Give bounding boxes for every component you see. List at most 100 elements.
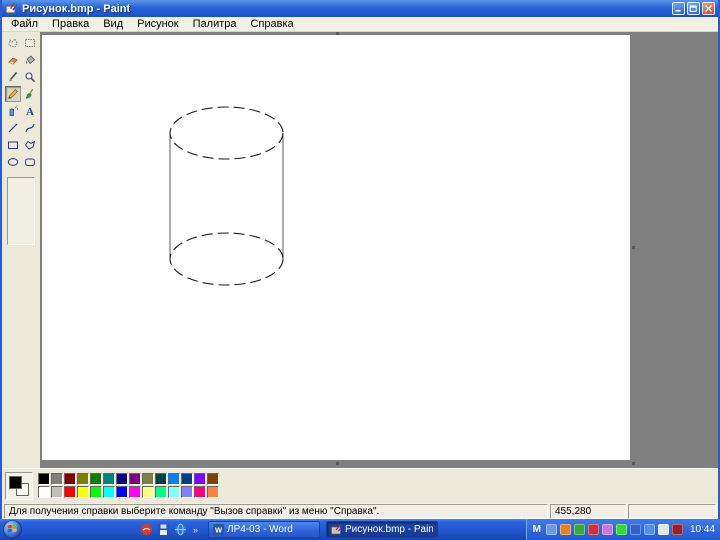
- start-button[interactable]: [3, 520, 22, 539]
- color-swatch[interactable]: [194, 473, 206, 485]
- menu-item[interactable]: Палитра: [186, 17, 244, 31]
- color-swatch[interactable]: [207, 473, 219, 485]
- color-swatch[interactable]: [207, 486, 219, 498]
- minimize-icon: [675, 10, 681, 12]
- line-icon: [8, 123, 17, 133]
- color-swatch[interactable]: [142, 473, 154, 485]
- tool-options-panel[interactable]: [7, 177, 35, 245]
- color-swatch[interactable]: [142, 486, 154, 498]
- rounded-rectangle-icon: [24, 158, 35, 166]
- color-swatch[interactable]: [90, 486, 102, 498]
- eraser-icon: [7, 57, 18, 65]
- color-swatch[interactable]: [38, 486, 50, 498]
- svg-text:W: W: [215, 526, 223, 535]
- color-swatch[interactable]: [103, 473, 115, 485]
- taskbar-task-button[interactable]: Рисунок.bmp - Paint: [326, 521, 439, 538]
- color-swatch[interactable]: [129, 486, 141, 498]
- menu-item[interactable]: Файл: [4, 17, 45, 31]
- color-swatch[interactable]: [116, 486, 128, 498]
- quick-launch-area: »: [140, 523, 198, 536]
- quick-launch-overflow-chevron[interactable]: »: [193, 525, 198, 535]
- text-tool[interactable]: A: [21, 103, 38, 119]
- tray-icon[interactable]: [573, 524, 585, 535]
- minimize-button[interactable]: [672, 2, 685, 15]
- free-form-select-tool[interactable]: [4, 35, 21, 51]
- canvas-resize-handle-bottom[interactable]: [336, 462, 339, 465]
- line-tool[interactable]: [4, 120, 21, 136]
- cursor-coordinates: 455,280: [555, 506, 592, 517]
- current-colors-indicator[interactable]: [5, 472, 33, 500]
- color-swatch[interactable]: [194, 486, 206, 498]
- pencil-tool[interactable]: [4, 86, 21, 102]
- color-swatch[interactable]: [64, 486, 76, 498]
- color-swatch[interactable]: [155, 486, 167, 498]
- task-buttons: W ЛР4-03 - Word Рисунок.bmp - Paint: [208, 521, 439, 538]
- close-icon: [705, 5, 712, 12]
- tray-icon[interactable]: [587, 524, 599, 535]
- menu-item[interactable]: Рисунок: [130, 17, 186, 31]
- canvas-resize-handle-top[interactable]: [336, 32, 339, 35]
- rectangle-icon: [7, 141, 18, 149]
- status-help-text: Для получения справки выберите команду "…: [9, 506, 380, 517]
- color-swatch[interactable]: [51, 486, 63, 498]
- pick-color-tool[interactable]: [4, 69, 21, 85]
- restore-button[interactable]: [687, 2, 700, 15]
- taskbar-task-button[interactable]: W ЛР4-03 - Word: [208, 521, 321, 538]
- color-swatch[interactable]: [181, 486, 193, 498]
- select-icon: [24, 39, 35, 47]
- curve-tool[interactable]: [21, 120, 38, 136]
- canvas-resize-handle-corner[interactable]: [632, 462, 635, 465]
- color-swatch[interactable]: [77, 473, 89, 485]
- polygon-tool[interactable]: [21, 137, 38, 153]
- drawing-canvas[interactable]: [42, 35, 630, 460]
- quick-launch-red-icon[interactable]: [140, 523, 153, 536]
- tray-icon[interactable]: [643, 524, 655, 535]
- tray-icon[interactable]: [671, 524, 683, 535]
- color-swatch[interactable]: [64, 473, 76, 485]
- color-swatch[interactable]: [155, 473, 167, 485]
- color-swatch[interactable]: [129, 473, 141, 485]
- tray-icon[interactable]: [629, 524, 641, 535]
- airbrush-tool[interactable]: [4, 103, 21, 119]
- color-swatch[interactable]: [77, 486, 89, 498]
- fill-tool[interactable]: [21, 52, 38, 68]
- window-title: Рисунок.bmp - Paint: [22, 2, 131, 15]
- menu-item[interactable]: Правка: [45, 17, 96, 31]
- rounded-rectangle-tool[interactable]: [21, 154, 38, 170]
- color-swatch[interactable]: [181, 473, 193, 485]
- brush-tool[interactable]: [21, 86, 38, 102]
- restore-icon: [689, 5, 697, 12]
- color-swatch[interactable]: [168, 473, 180, 485]
- canvas-resize-handle-right[interactable]: [632, 246, 635, 249]
- status-selection-pane: [628, 504, 716, 519]
- color-swatch[interactable]: [38, 473, 50, 485]
- pick-color-icon: [8, 72, 17, 82]
- free-form-select-icon: [7, 38, 18, 48]
- quick-launch-floppy-icon[interactable]: [157, 523, 170, 536]
- magnifier-tool[interactable]: [21, 69, 38, 85]
- tray-icon[interactable]: [601, 524, 613, 535]
- menu-item[interactable]: Вид: [96, 17, 130, 31]
- menu-item[interactable]: Справка: [244, 17, 301, 31]
- title-bar[interactable]: Рисунок.bmp - Paint: [2, 0, 718, 17]
- tray-icon[interactable]: [657, 524, 669, 535]
- quick-launch-globe-icon[interactable]: [174, 523, 187, 536]
- eraser-tool[interactable]: [4, 52, 21, 68]
- pencil-icon: [7, 88, 18, 99]
- rectangle-tool[interactable]: [4, 137, 21, 153]
- ellipse-tool[interactable]: [4, 154, 21, 170]
- tray-icon[interactable]: [545, 524, 557, 535]
- color-swatch[interactable]: [51, 473, 63, 485]
- tray-icon-group: [545, 524, 683, 535]
- tray-icon[interactable]: [615, 524, 627, 535]
- language-indicator[interactable]: М: [533, 524, 541, 535]
- polygon-icon: [24, 140, 35, 150]
- color-swatch[interactable]: [103, 486, 115, 498]
- taskbar-clock[interactable]: 10:44: [690, 524, 715, 535]
- tray-icon[interactable]: [559, 524, 571, 535]
- color-swatch[interactable]: [116, 473, 128, 485]
- select-tool[interactable]: [21, 35, 38, 51]
- close-button[interactable]: [702, 2, 715, 15]
- color-swatch[interactable]: [168, 486, 180, 498]
- color-swatch[interactable]: [90, 473, 102, 485]
